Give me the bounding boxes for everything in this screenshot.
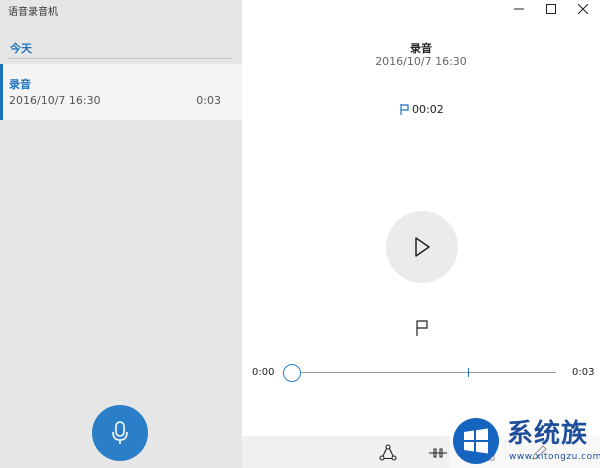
recordings-pane: 语音录音机 今天 录音 2016/10/7 16:30 0:03 xyxy=(0,0,242,468)
play-icon xyxy=(415,237,430,257)
recording-duration: 0:03 xyxy=(196,94,221,107)
windows-logo-icon xyxy=(453,418,499,464)
watermark-url: www.xitongzu.com xyxy=(509,452,600,462)
minimize-icon xyxy=(514,8,524,10)
flag-icon xyxy=(416,320,428,336)
watermark-text: 系统族 xyxy=(507,419,589,449)
close-button[interactable] xyxy=(568,0,598,18)
seek-marker-tick xyxy=(468,368,469,377)
seek-thumb[interactable] xyxy=(283,364,301,382)
recording-name: 录音 xyxy=(9,78,31,91)
microphone-icon xyxy=(112,421,128,444)
flag-icon xyxy=(400,104,409,115)
player-pane: 录音 2016/10/7 16:30 00:02 0:00 0:03 xyxy=(242,0,600,468)
maximize-button[interactable] xyxy=(536,0,566,18)
recording-title: 录音 xyxy=(410,42,432,55)
maximize-icon xyxy=(546,4,556,14)
trim-icon xyxy=(429,448,447,458)
total-time: 0:03 xyxy=(572,367,595,378)
record-button[interactable] xyxy=(92,405,148,461)
recording-datetime: 2016/10/7 16:30 xyxy=(375,55,467,68)
app-title: 语音录音机 xyxy=(8,7,58,18)
elapsed-time: 0:00 xyxy=(252,367,275,378)
trim-button[interactable] xyxy=(429,444,447,462)
seek-track[interactable] xyxy=(292,372,556,373)
close-icon xyxy=(578,4,588,14)
add-marker-button[interactable] xyxy=(414,319,430,337)
marker-entry[interactable]: 00:02 xyxy=(400,103,444,116)
minimize-button[interactable] xyxy=(504,0,534,18)
share-icon xyxy=(379,444,397,461)
play-button[interactable] xyxy=(386,211,458,283)
marker-time-label: 00:02 xyxy=(412,103,444,116)
group-divider xyxy=(8,58,232,59)
share-button[interactable] xyxy=(379,444,397,462)
recording-date: 2016/10/7 16:30 xyxy=(9,94,101,107)
group-header-today: 今天 xyxy=(10,42,32,55)
recording-list-item[interactable]: 录音 2016/10/7 16:30 0:03 xyxy=(0,64,242,120)
selected-indicator xyxy=(0,64,3,120)
watermark: 系统族 www.xitongzu.com xyxy=(449,414,600,468)
